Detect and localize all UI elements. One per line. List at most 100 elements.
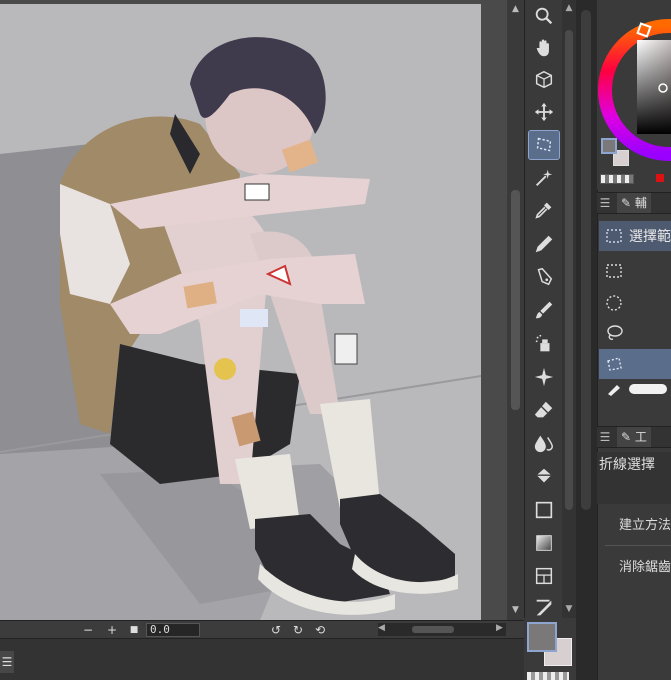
tool-property-tab[interactable]: ✎ 工 bbox=[617, 427, 651, 447]
canvas-vertical-scrollbar[interactable]: ▲ ▼ bbox=[507, 0, 524, 620]
menu-icon[interactable]: ☰ bbox=[0, 651, 14, 673]
property-divider bbox=[605, 545, 671, 546]
selection-tool[interactable] bbox=[528, 130, 560, 160]
fill-tool[interactable] bbox=[529, 463, 559, 491]
move-tool[interactable] bbox=[529, 98, 559, 126]
brush-tool[interactable] bbox=[529, 296, 559, 324]
rectangle-icon bbox=[535, 501, 553, 519]
transparent-color-swatch[interactable] bbox=[527, 672, 569, 680]
main-color-swatch[interactable] bbox=[527, 622, 557, 652]
sub-tool-panel-header: ☰ ✎ 輔 bbox=[597, 192, 671, 214]
zoom-in-button[interactable]: + bbox=[104, 622, 120, 638]
sub-tool-rectangle-selection[interactable] bbox=[599, 256, 671, 286]
sub-tool-selection-pen[interactable] bbox=[599, 380, 671, 398]
blend-icon bbox=[534, 435, 553, 453]
panel-menu-icon[interactable]: ☰ bbox=[597, 430, 613, 444]
decoration-tool[interactable] bbox=[529, 363, 559, 391]
sparkle-icon bbox=[534, 367, 554, 387]
panel-dock-scroll-thumb[interactable] bbox=[581, 10, 591, 510]
canvas-status-bar: − + ■ 0.0 ↺ ↻ ⟲ ◀ ▶ bbox=[0, 620, 524, 638]
eraser-icon bbox=[534, 401, 553, 418]
bottom-panel-strip: ☰ bbox=[0, 638, 524, 680]
canvas-horizontal-scrollbar[interactable]: ◀ ▶ bbox=[378, 623, 506, 636]
blend-tool[interactable] bbox=[529, 429, 559, 457]
zoom-out-button[interactable]: − bbox=[80, 622, 96, 638]
color-swatches bbox=[524, 618, 576, 680]
scroll-down-icon[interactable]: ▼ bbox=[509, 604, 522, 617]
hand-tool[interactable] bbox=[529, 34, 559, 62]
canvas-area[interactable] bbox=[0, 0, 507, 620]
gradient-icon bbox=[536, 535, 552, 551]
frame-icon bbox=[535, 567, 553, 585]
horizontal-scroll-thumb[interactable] bbox=[412, 626, 454, 633]
property-label-antialiasing: 消除鋸齒 bbox=[619, 560, 671, 575]
sub-tool-group-label: 選擇範 bbox=[629, 229, 671, 245]
object-icon bbox=[535, 70, 553, 89]
scroll-up-icon[interactable]: ▲ bbox=[509, 3, 522, 16]
tool-scroll-thumb[interactable] bbox=[565, 30, 573, 510]
hand-icon bbox=[536, 39, 549, 57]
color-wheel[interactable] bbox=[597, 0, 671, 190]
gradient-tool[interactable] bbox=[529, 529, 559, 557]
pencil-icon bbox=[537, 267, 553, 286]
tool-scroll-up-icon[interactable]: ▲ bbox=[562, 3, 576, 13]
ellipse-selection-icon bbox=[606, 295, 622, 311]
tool-palette bbox=[524, 0, 562, 680]
figure-tool[interactable] bbox=[529, 496, 559, 524]
color-wheel-panel bbox=[597, 0, 671, 190]
magnifier-icon bbox=[535, 7, 553, 25]
magic-wand-icon bbox=[536, 169, 553, 186]
pencil-tool[interactable] bbox=[529, 263, 559, 291]
fit-view-button[interactable]: ■ bbox=[126, 622, 142, 638]
airbrush-tool[interactable] bbox=[529, 330, 559, 358]
polyline-selection-icon bbox=[607, 357, 622, 371]
tool-property-tab-label: 工 bbox=[634, 430, 647, 444]
pen-icon bbox=[535, 235, 553, 253]
rect-selection-icon bbox=[606, 264, 622, 278]
sub-tool-group-header[interactable]: 選擇範 bbox=[599, 221, 671, 251]
wrench-tab-icon: ✎ bbox=[621, 430, 632, 444]
airbrush-icon bbox=[535, 334, 550, 352]
rect-selection-icon bbox=[606, 229, 622, 243]
sub-tool-polyline-selection[interactable] bbox=[599, 349, 671, 379]
tool-property-name: 折線選擇 bbox=[599, 457, 655, 473]
sub-tool-tab-label: 輔 bbox=[634, 196, 647, 210]
sub-tool-tab[interactable]: ✎ 輔 bbox=[617, 193, 651, 213]
selection-pen-icon bbox=[608, 385, 620, 396]
object-tool[interactable] bbox=[529, 66, 559, 94]
frame-tool[interactable] bbox=[529, 562, 559, 590]
tool-scroll-down-icon[interactable]: ▼ bbox=[562, 604, 576, 614]
color-indicator-red bbox=[656, 174, 664, 182]
mini-transparent-swatch[interactable] bbox=[600, 174, 634, 184]
auto-select-tool[interactable] bbox=[529, 164, 559, 192]
eyedropper-icon bbox=[535, 202, 552, 219]
zoom-tool[interactable] bbox=[529, 2, 559, 30]
ruler-icon bbox=[536, 599, 552, 616]
tool-property-panel-header: ☰ ✎ 工 bbox=[597, 426, 671, 448]
eyedropper-tool[interactable] bbox=[529, 196, 559, 224]
property-label-create-method: 建立方法 bbox=[619, 518, 671, 533]
panel-dock-scrollbar[interactable] bbox=[576, 0, 597, 680]
artwork-illustration bbox=[0, 37, 481, 620]
reset-rotation-icon[interactable]: ⟲ bbox=[312, 622, 328, 638]
sub-tool-ellipse-selection[interactable] bbox=[599, 288, 671, 318]
scroll-left-icon[interactable]: ◀ bbox=[378, 623, 388, 633]
mini-main-color-swatch[interactable] bbox=[601, 138, 617, 154]
lasso-selection-icon bbox=[536, 137, 552, 152]
canvas-paper[interactable] bbox=[0, 4, 481, 620]
eraser-tool[interactable] bbox=[529, 396, 559, 424]
pen-tool[interactable] bbox=[529, 230, 559, 258]
zoom-value-field[interactable]: 0.0 bbox=[146, 622, 200, 637]
scroll-right-icon[interactable]: ▶ bbox=[496, 623, 506, 633]
panel-menu-icon[interactable]: ☰ bbox=[597, 196, 613, 210]
bucket-icon bbox=[536, 468, 552, 483]
sub-tool-lasso[interactable] bbox=[599, 318, 671, 348]
brush-tab-icon: ✎ bbox=[621, 196, 632, 210]
tool-palette-scrollbar[interactable]: ▲ ▼ bbox=[562, 0, 576, 620]
rotate-right-icon[interactable]: ↻ bbox=[290, 622, 306, 638]
rotate-left-icon[interactable]: ↺ bbox=[268, 622, 284, 638]
vertical-scroll-thumb[interactable] bbox=[511, 190, 520, 410]
brush-icon bbox=[535, 301, 553, 319]
clip-studio-window: ▲ ▼ − + ■ 0.0 ↺ ↻ ⟲ ◀ ▶ ☰ ▲ ▼ ☰ ✎ 輔 選擇範 … bbox=[0, 0, 671, 680]
move-icon bbox=[534, 102, 554, 122]
